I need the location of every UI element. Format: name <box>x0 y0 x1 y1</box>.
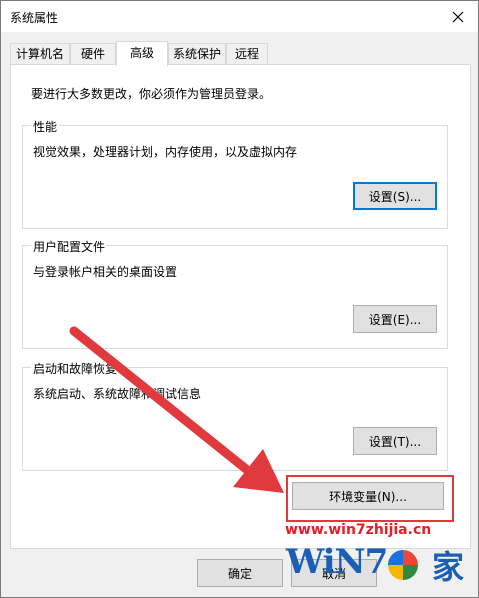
performance-legend: 性能 <box>31 118 60 135</box>
performance-settings-button[interactable]: 设置(S)... <box>353 182 437 210</box>
startup-recovery-description: 系统启动、系统故障和调试信息 <box>33 387 202 401</box>
performance-group: 性能 视觉效果，处理器计划，内存使用，以及虚拟内存 设置(S)... <box>22 118 448 229</box>
startup-recovery-legend: 启动和故障恢复 <box>31 360 120 377</box>
startup-recovery-settings-button[interactable]: 设置(T)... <box>353 427 437 455</box>
tab-advanced[interactable]: 高级 <box>116 41 168 66</box>
tab-system-protection[interactable]: 系统保护 <box>168 43 226 65</box>
system-properties-window: 系统属性 计算机名 硬件 高级 系统保护 远程 要进行大多数更改，你必须作为管理… <box>0 0 479 598</box>
user-profiles-legend: 用户配置文件 <box>31 238 108 255</box>
logo-char: 家 <box>431 548 464 586</box>
user-profiles-settings-button[interactable]: 设置(E)... <box>353 305 437 333</box>
window-title: 系统属性 <box>10 11 59 25</box>
startup-recovery-group: 启动和故障恢复 系统启动、系统故障和调试信息 设置(T)... <box>22 360 448 471</box>
ok-button[interactable]: 确定 <box>197 559 283 587</box>
tab-hardware[interactable]: 硬件 <box>70 43 116 65</box>
close-button[interactable] <box>438 1 478 32</box>
title-bar: 系统属性 <box>1 1 478 32</box>
user-profiles-description: 与登录帐户相关的桌面设置 <box>33 265 178 279</box>
tab-remote[interactable]: 远程 <box>226 43 268 65</box>
admin-notice: 要进行大多数更改，你必须作为管理员登录。 <box>31 87 272 101</box>
watermark-logo: WiN7 家 <box>286 540 472 592</box>
watermark-url: www.win7zhijia.cn <box>285 522 432 538</box>
highlight-box <box>286 475 454 522</box>
user-profiles-group: 用户配置文件 与登录帐户相关的桌面设置 设置(E)... <box>22 238 448 349</box>
performance-description: 视觉效果，处理器计划，内存使用，以及虚拟内存 <box>33 145 298 159</box>
logo-text: WiN7 <box>286 542 388 582</box>
close-icon <box>452 11 464 22</box>
windows-flag-icon <box>388 550 418 580</box>
tab-computer-name[interactable]: 计算机名 <box>10 43 70 65</box>
